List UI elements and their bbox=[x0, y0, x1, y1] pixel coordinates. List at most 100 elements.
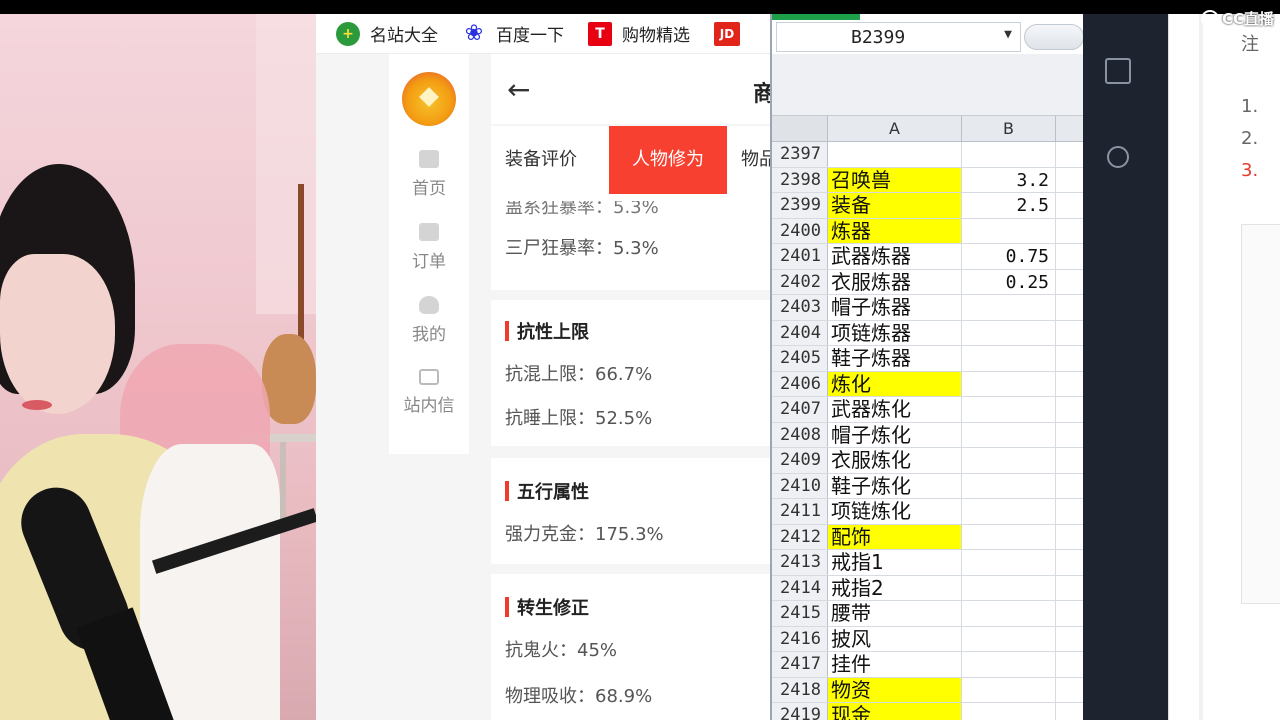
document-icon[interactable] bbox=[1105, 58, 1131, 84]
cell-b[interactable] bbox=[962, 142, 1056, 167]
row-number[interactable]: 2410 bbox=[772, 473, 828, 498]
cell-c[interactable] bbox=[1056, 652, 1083, 677]
row-number[interactable]: 2406 bbox=[772, 371, 828, 396]
name-box[interactable]: B2399 ▼ bbox=[776, 22, 1021, 52]
column-header-a[interactable]: A bbox=[828, 116, 962, 142]
cell-b[interactable] bbox=[962, 218, 1056, 243]
cell-a[interactable]: 配饰 bbox=[828, 524, 962, 549]
row-number[interactable]: 2416 bbox=[772, 626, 828, 651]
cell-c[interactable] bbox=[1056, 576, 1083, 601]
bookmark-hao123[interactable]: + 名站大全 bbox=[336, 21, 438, 46]
cell-a[interactable]: 项链炼器 bbox=[828, 320, 962, 345]
cell-b[interactable] bbox=[962, 575, 1056, 600]
row-number[interactable]: 2415 bbox=[772, 601, 828, 626]
cell-c[interactable] bbox=[1056, 219, 1083, 244]
cell-a[interactable]: 炼化 bbox=[828, 371, 962, 396]
tab-character-cultivation[interactable]: 人物修为 bbox=[609, 126, 727, 194]
row-number[interactable]: 2405 bbox=[772, 346, 828, 371]
bookmark-shopping[interactable]: T 购物精选 bbox=[588, 21, 690, 46]
cell-c[interactable] bbox=[1056, 193, 1083, 218]
row-number[interactable]: 2419 bbox=[772, 703, 828, 720]
cell-a[interactable]: 戒指2 bbox=[828, 575, 962, 600]
bookmark-baidu[interactable]: ❀ 百度一下 bbox=[462, 21, 564, 46]
row-number[interactable]: 2399 bbox=[772, 193, 828, 218]
cell-c[interactable] bbox=[1056, 474, 1083, 499]
cell-a[interactable]: 戒指1 bbox=[828, 550, 962, 575]
cell-b[interactable]: 3.2 bbox=[962, 167, 1056, 192]
chevron-down-icon[interactable]: ▼ bbox=[1004, 27, 1012, 42]
cell-b[interactable] bbox=[962, 346, 1056, 371]
cell-b[interactable]: 0.25 bbox=[962, 269, 1056, 294]
cell-a[interactable]: 项链炼化 bbox=[828, 499, 962, 524]
row-number[interactable]: 2418 bbox=[772, 677, 828, 702]
row-number[interactable]: 2401 bbox=[772, 244, 828, 269]
cell-a[interactable]: 衣服炼化 bbox=[828, 448, 962, 473]
cell-a[interactable]: 腰带 bbox=[828, 601, 962, 626]
cell-b[interactable] bbox=[962, 295, 1056, 320]
cell-a[interactable]: 物资 bbox=[828, 677, 962, 702]
cell-c[interactable] bbox=[1056, 703, 1083, 720]
cell-c[interactable] bbox=[1056, 423, 1083, 448]
cell-b[interactable] bbox=[962, 550, 1056, 575]
select-all-corner[interactable] bbox=[772, 116, 828, 142]
cell-c[interactable] bbox=[1056, 372, 1083, 397]
tab-equipment-review[interactable]: 装备评价 bbox=[491, 126, 591, 194]
formula-bar[interactable] bbox=[772, 54, 1083, 116]
row-number[interactable]: 2411 bbox=[772, 499, 828, 524]
sidebar-item-messages[interactable]: 站内信 bbox=[404, 369, 455, 416]
column-header-c[interactable] bbox=[1056, 116, 1083, 142]
cell-b[interactable] bbox=[962, 524, 1056, 549]
cell-b[interactable] bbox=[962, 677, 1056, 702]
cell-c[interactable] bbox=[1056, 448, 1083, 473]
row-number[interactable]: 2413 bbox=[772, 550, 828, 575]
cell-a[interactable]: 衣服炼器 bbox=[828, 269, 962, 294]
cell-b[interactable] bbox=[962, 601, 1056, 626]
cell-a[interactable]: 武器炼化 bbox=[828, 397, 962, 422]
row-number[interactable]: 2398 bbox=[772, 167, 828, 192]
cell-c[interactable] bbox=[1056, 168, 1083, 193]
cell-c[interactable] bbox=[1056, 397, 1083, 422]
cell-b[interactable]: 2.5 bbox=[962, 193, 1056, 218]
cell-b[interactable] bbox=[962, 397, 1056, 422]
back-arrow-icon[interactable]: ← bbox=[507, 76, 530, 104]
cell-c[interactable] bbox=[1056, 678, 1083, 703]
cell-c[interactable] bbox=[1056, 270, 1083, 295]
row-number[interactable]: 2403 bbox=[772, 295, 828, 320]
cell-a[interactable]: 武器炼器 bbox=[828, 244, 962, 269]
cell-c[interactable] bbox=[1056, 499, 1083, 524]
row-number[interactable]: 2407 bbox=[772, 397, 828, 422]
sidebar-item-mine[interactable]: 我的 bbox=[412, 296, 446, 345]
row-number[interactable]: 2414 bbox=[772, 575, 828, 600]
cell-b[interactable] bbox=[962, 652, 1056, 677]
cell-a[interactable]: 帽子炼器 bbox=[828, 295, 962, 320]
cell-a[interactable]: 召唤兽 bbox=[828, 167, 962, 192]
cell-a[interactable]: 炼器 bbox=[828, 218, 962, 243]
cell-c[interactable] bbox=[1056, 244, 1083, 269]
cell-c[interactable] bbox=[1056, 142, 1083, 167]
row-number[interactable]: 2408 bbox=[772, 422, 828, 447]
row-number[interactable]: 2402 bbox=[772, 269, 828, 294]
cell-c[interactable] bbox=[1056, 525, 1083, 550]
row-number[interactable]: 2400 bbox=[772, 218, 828, 243]
cell-c[interactable] bbox=[1056, 550, 1083, 575]
cell-b[interactable] bbox=[962, 320, 1056, 345]
cell-b[interactable]: 0.75 bbox=[962, 244, 1056, 269]
cell-c[interactable] bbox=[1056, 295, 1083, 320]
cell-b[interactable] bbox=[962, 626, 1056, 651]
sidebar-item-orders[interactable]: 订单 bbox=[412, 223, 446, 272]
cell-a[interactable]: 帽子炼化 bbox=[828, 422, 962, 447]
row-number[interactable]: 2397 bbox=[772, 142, 828, 167]
cell-c[interactable] bbox=[1056, 627, 1083, 652]
cell-a[interactable]: 现金 bbox=[828, 703, 962, 720]
cell-a[interactable]: 鞋子炼化 bbox=[828, 473, 962, 498]
cell-b[interactable] bbox=[962, 371, 1056, 396]
cell-b[interactable] bbox=[962, 499, 1056, 524]
cell-c[interactable] bbox=[1056, 346, 1083, 371]
cell-b[interactable] bbox=[962, 448, 1056, 473]
column-header-b[interactable]: B bbox=[962, 116, 1056, 142]
formula-toggle-button[interactable] bbox=[1024, 24, 1083, 50]
row-number[interactable]: 2412 bbox=[772, 524, 828, 549]
bookmark-jd[interactable]: JD bbox=[714, 21, 740, 46]
cell-a[interactable] bbox=[828, 142, 962, 167]
row-number[interactable]: 2417 bbox=[772, 652, 828, 677]
